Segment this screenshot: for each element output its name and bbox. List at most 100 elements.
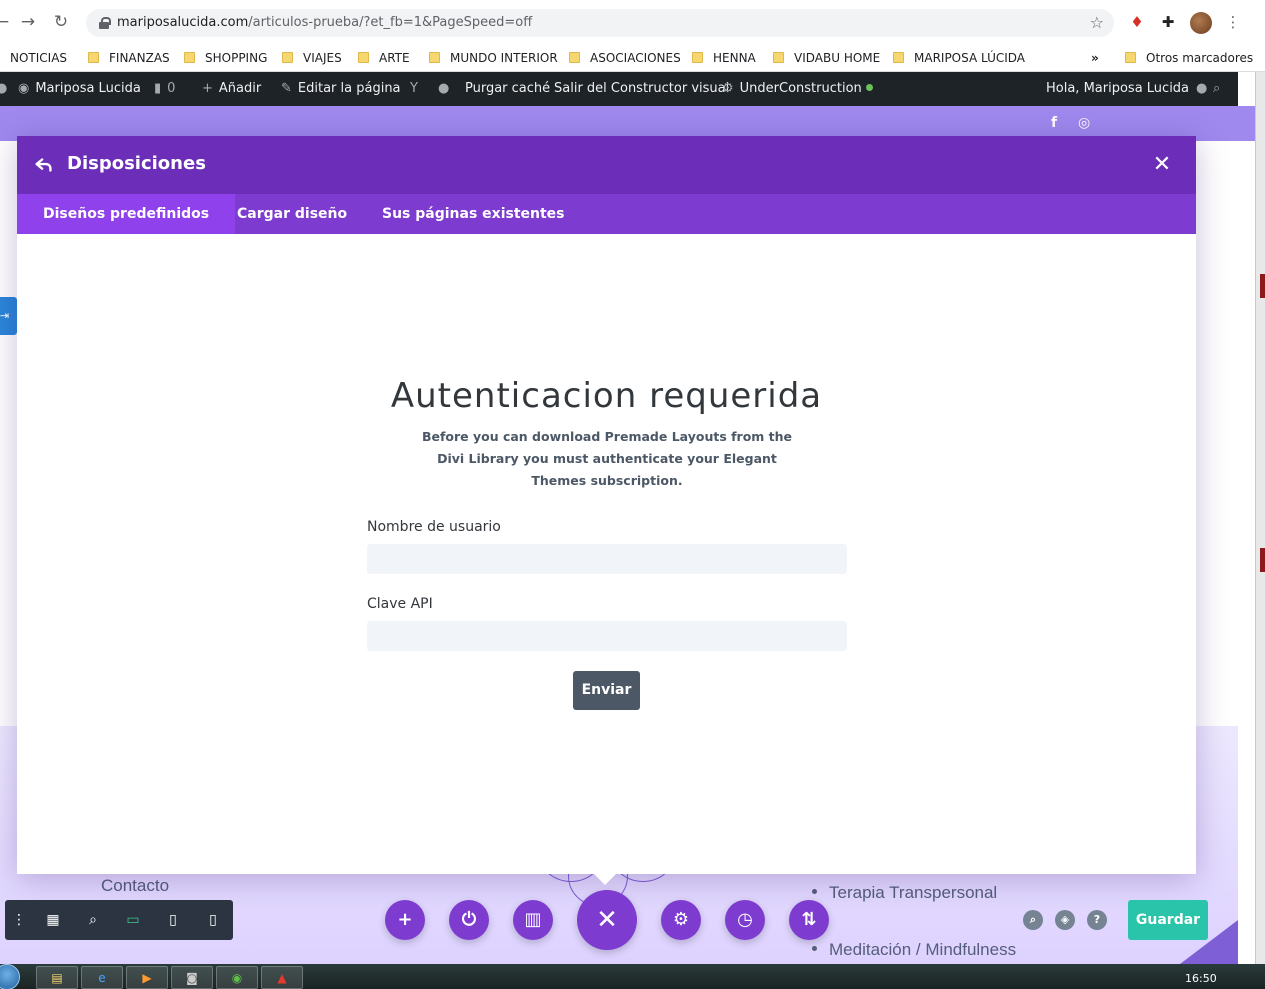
site-name-link[interactable]: ◉ Mariposa Lucida bbox=[18, 81, 141, 96]
key-extension-icon[interactable]: ♦ bbox=[1127, 12, 1147, 32]
help-icon[interactable]: ? bbox=[1087, 910, 1107, 930]
file-explorer-icon[interactable]: ▤ bbox=[36, 966, 78, 989]
url-text[interactable]: mariposalucida.com/articulos-prueba/?et_… bbox=[117, 15, 532, 30]
tablet-view-icon[interactable]: ▯ bbox=[163, 910, 183, 930]
modal-tabs: Diseños predefinidos Cargar diseño Sus p… bbox=[17, 194, 1196, 234]
reload-icon[interactable]: ↻ bbox=[51, 12, 71, 32]
side-panel-marker bbox=[1260, 548, 1265, 572]
layouts-modal: Disposiciones ✕ Diseños predefinidos Car… bbox=[17, 136, 1196, 874]
save-button[interactable]: Guardar bbox=[1128, 900, 1208, 940]
more-options-icon[interactable]: ⋮ bbox=[9, 910, 29, 930]
tab-load-layout[interactable]: Cargar diseño bbox=[211, 194, 373, 234]
yoast-icon[interactable]: Y bbox=[410, 81, 424, 96]
camera-app-icon[interactable]: ◙ bbox=[171, 966, 213, 989]
extensions-puzzle-icon[interactable]: ✚ bbox=[1158, 12, 1178, 32]
bookmark-item[interactable]: MARIPOSA LÚCIDA bbox=[893, 48, 1025, 68]
trash-icon[interactable]: ▥ bbox=[513, 900, 553, 940]
folder-icon bbox=[358, 52, 369, 63]
list-item: Meditación / Mindfulness bbox=[812, 940, 1016, 960]
username-label: Nombre de usuario bbox=[367, 519, 501, 535]
dashboard-icon: ◉ bbox=[18, 81, 30, 96]
folder-icon bbox=[282, 52, 293, 63]
wireframe-view-icon[interactable]: ▦ bbox=[43, 910, 63, 930]
exit-visual-builder-link[interactable]: Salir del Constructor visual bbox=[554, 81, 729, 96]
browser-toolbar: ← → ↻ mariposalucida.com/articulos-prueb… bbox=[0, 0, 1265, 44]
folder-icon bbox=[893, 52, 904, 63]
bookmark-item[interactable]: ARTE bbox=[358, 48, 410, 68]
account-menu[interactable]: Hola, Mariposa Lucida ● bbox=[1046, 81, 1213, 96]
search-icon[interactable]: ⌕ bbox=[1023, 910, 1043, 930]
view-mode-bar: ⋮ ▦ ⌕ ▭ ▯ ▯ bbox=[5, 900, 233, 940]
gear-icon: ⚙ bbox=[722, 81, 734, 96]
bookmark-item[interactable]: SHOPPING bbox=[184, 48, 267, 68]
page-settings-gear-icon[interactable]: ⚙ bbox=[661, 900, 701, 940]
submit-button[interactable]: Enviar bbox=[573, 671, 640, 710]
modal-pointer bbox=[593, 873, 617, 885]
tab-existing-pages[interactable]: Sus páginas existentes bbox=[356, 194, 591, 234]
edit-page-link[interactable]: ✎ Editar la página bbox=[281, 81, 401, 96]
side-panel-marker bbox=[1260, 274, 1265, 298]
zoom-icon[interactable]: ⌕ bbox=[83, 910, 103, 930]
portability-icon[interactable]: ⇅ bbox=[789, 900, 829, 940]
folder-icon bbox=[184, 52, 195, 63]
browser-menu-icon[interactable]: ⋮ bbox=[1223, 12, 1243, 32]
wp-logo-icon[interactable]: ● bbox=[0, 81, 13, 96]
close-settings-button[interactable]: ✕ bbox=[577, 890, 637, 950]
username-input[interactable] bbox=[367, 544, 847, 574]
pdf-reader-icon[interactable]: ▲ bbox=[261, 966, 303, 989]
page-settings-toggle-icon[interactable]: ⇥ bbox=[0, 297, 17, 335]
side-panel-strip bbox=[1255, 72, 1265, 964]
more-bookmarks-button[interactable]: » bbox=[1091, 48, 1099, 68]
add-module-button[interactable]: + bbox=[385, 900, 425, 940]
comment-icon: ▮ bbox=[154, 81, 162, 96]
start-button[interactable] bbox=[0, 964, 20, 989]
chrome-icon[interactable]: ◉ bbox=[216, 966, 258, 989]
other-bookmarks[interactable]: Otros marcadores bbox=[1125, 48, 1253, 68]
bookmark-star-icon[interactable]: ☆ bbox=[1090, 13, 1104, 32]
bookmark-item[interactable]: HENNA bbox=[692, 48, 756, 68]
purge-cache-link[interactable]: Purgar caché bbox=[465, 81, 550, 96]
forward-arrow-icon[interactable]: → bbox=[18, 12, 38, 32]
media-player-icon[interactable]: ▶ bbox=[126, 966, 168, 989]
contact-link[interactable]: Contacto bbox=[101, 876, 169, 896]
taskbar-clock: 16:50 bbox=[1185, 972, 1217, 985]
internet-explorer-icon[interactable]: e bbox=[81, 966, 123, 989]
modal-title: Disposiciones bbox=[67, 153, 206, 174]
status-dot-icon bbox=[865, 84, 873, 91]
tab-premade-layouts[interactable]: Diseños predefinidos bbox=[17, 194, 236, 234]
wp-admin-bar: ● ◉ Mariposa Lucida ▮ 0 + Añadir ✎ Editar la… bbox=[0, 72, 1238, 106]
folder-icon bbox=[569, 52, 580, 63]
api-key-input[interactable] bbox=[367, 621, 847, 651]
folder-icon bbox=[773, 52, 784, 63]
back-arrow-icon[interactable]: ← bbox=[0, 12, 12, 32]
history-icon[interactable]: ◷ bbox=[725, 900, 765, 940]
auth-description: Before you can download Premade Layouts … bbox=[421, 429, 793, 488]
desktop-view-icon[interactable]: ▭ bbox=[123, 910, 143, 930]
comments-link[interactable]: ▮ 0 bbox=[154, 81, 175, 96]
bookmarks-bar: NOTICIAS FINANZAS SHOPPING VIAJES ARTE M… bbox=[0, 44, 1265, 72]
modal-header: Disposiciones ✕ bbox=[17, 136, 1196, 194]
back-icon[interactable] bbox=[33, 154, 55, 176]
pencil-icon: ✎ bbox=[281, 81, 292, 96]
layers-icon[interactable]: ◈ bbox=[1055, 910, 1075, 930]
bookmark-item[interactable]: VIAJES bbox=[282, 48, 342, 68]
power-icon[interactable]: ⏻ bbox=[449, 900, 489, 940]
add-new-link[interactable]: + Añadir bbox=[202, 81, 261, 96]
phone-view-icon[interactable]: ▯ bbox=[203, 910, 223, 930]
bookmark-item[interactable]: ASOCIACIONES bbox=[569, 48, 681, 68]
address-bar[interactable]: mariposalucida.com/articulos-prueba/?et_… bbox=[86, 9, 1114, 37]
folder-icon bbox=[692, 52, 703, 63]
close-icon[interactable]: ✕ bbox=[1150, 153, 1174, 177]
search-icon[interactable]: ⌕ bbox=[1213, 81, 1226, 96]
under-construction-link[interactable]: ⚙ UnderConstruction bbox=[722, 81, 873, 96]
facebook-icon[interactable]: f bbox=[1051, 115, 1057, 131]
bookmark-item[interactable]: MUNDO INTERIOR bbox=[429, 48, 558, 68]
bookmark-item[interactable]: VIDABU HOME bbox=[773, 48, 880, 68]
user-icon: ● bbox=[1196, 81, 1208, 96]
bookmark-item[interactable]: NOTICIAS bbox=[10, 48, 67, 68]
instagram-icon[interactable]: ◎ bbox=[1078, 115, 1090, 131]
profile-avatar[interactable] bbox=[1190, 12, 1212, 34]
folder-icon bbox=[429, 52, 440, 63]
status-dot-icon: ● bbox=[438, 81, 450, 96]
bookmark-item[interactable]: FINANZAS bbox=[88, 48, 170, 68]
